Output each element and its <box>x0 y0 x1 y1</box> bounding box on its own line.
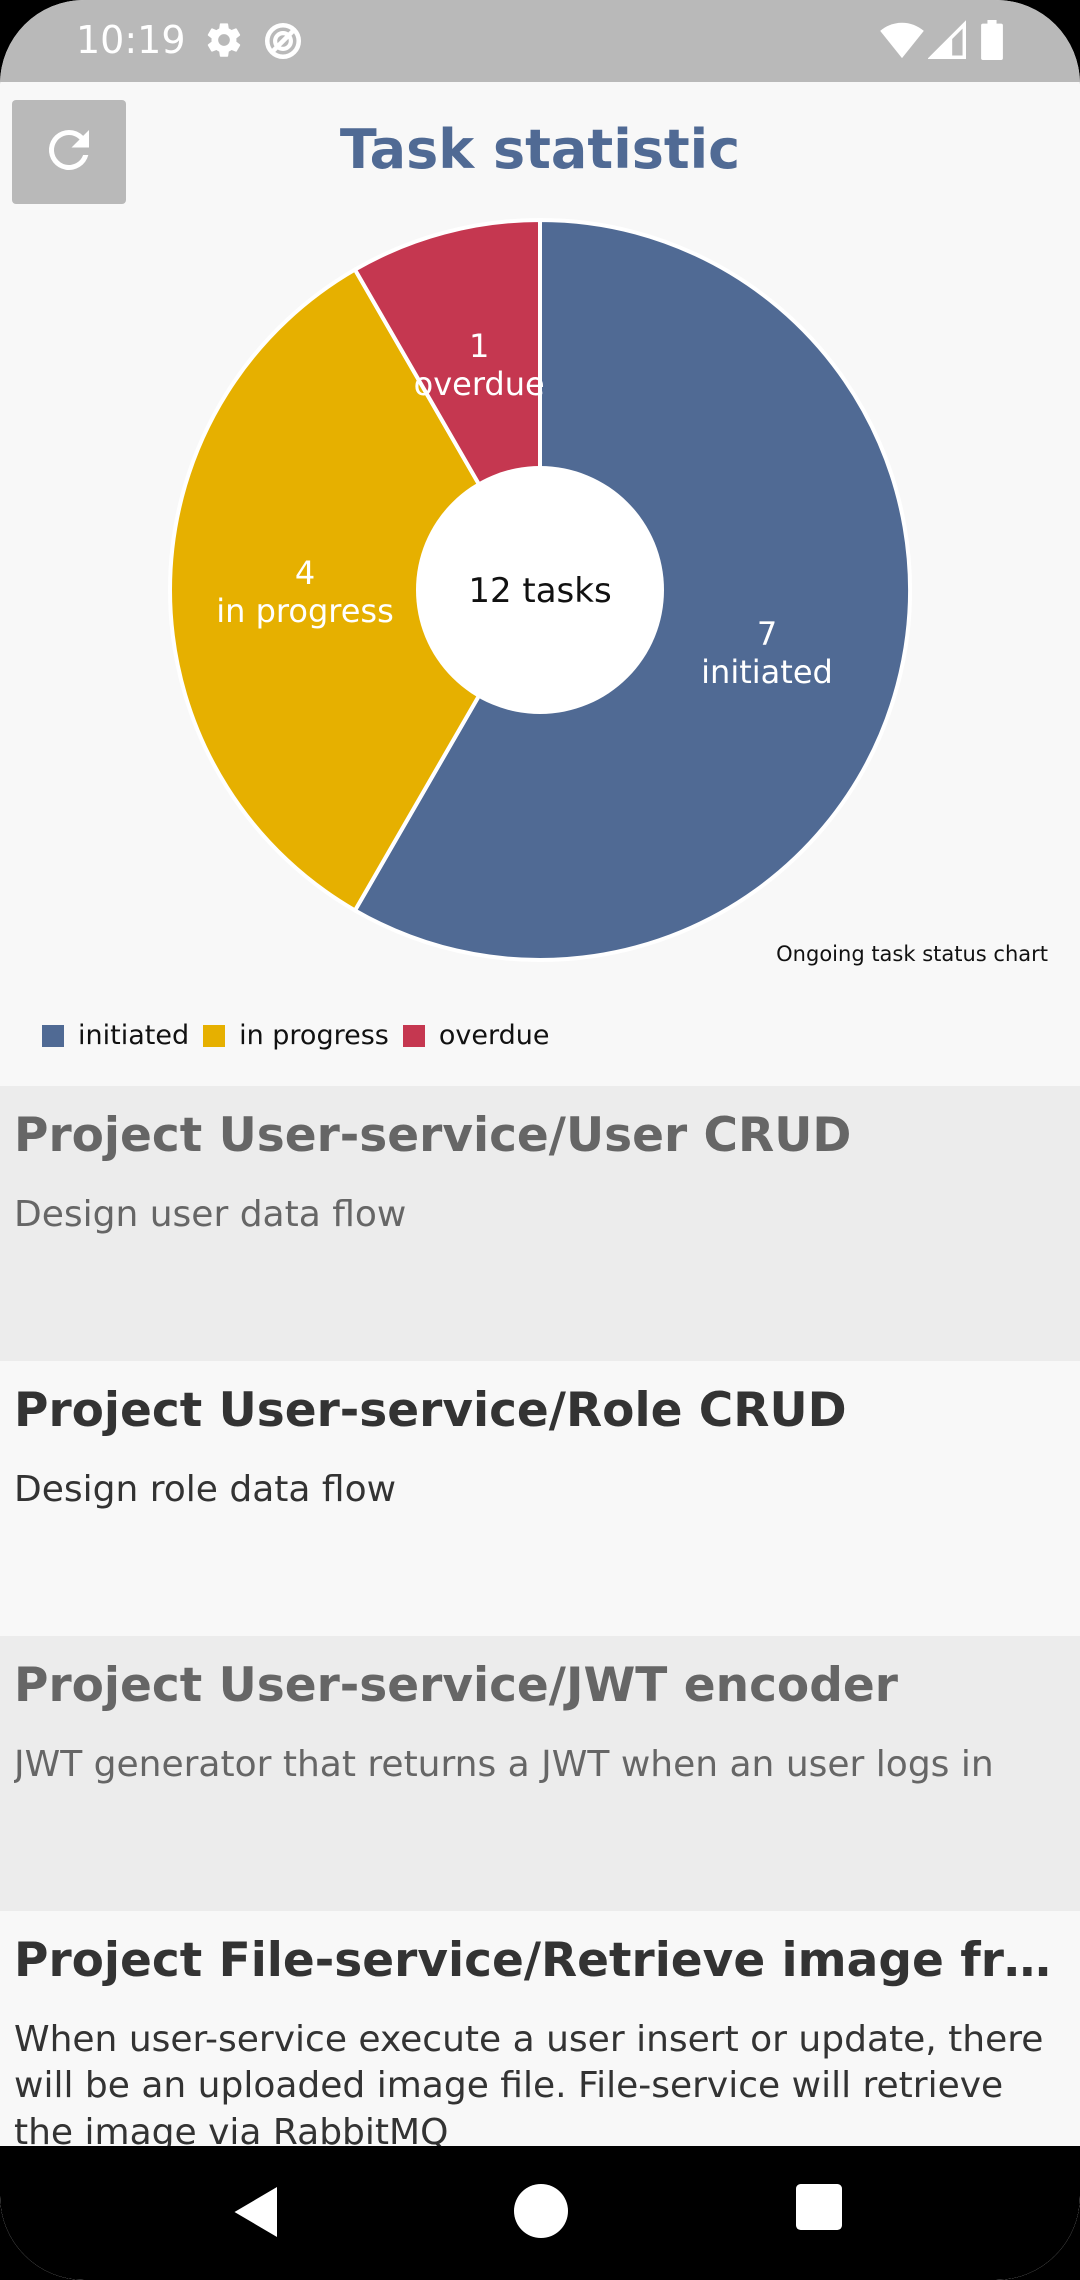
task-card[interactable]: Project User-service/Role CRUD Design ro… <box>0 1361 1080 1636</box>
task-card[interactable]: Project File-service/Retrieve image from… <box>0 1911 1080 2186</box>
task-card[interactable]: Project User-service/JWT encoder JWT gen… <box>0 1636 1080 1911</box>
chart-legend: initiated in progress overdue <box>42 1020 563 1051</box>
page-title: Task statistic <box>339 118 741 181</box>
chart-center-label: 12 tasks <box>468 571 611 611</box>
task-title: Project User-service/Role CRUD <box>14 1383 847 1438</box>
legend-item-in-progress[interactable]: in progress <box>203 1020 389 1051</box>
legend-item-overdue[interactable]: overdue <box>402 1020 550 1051</box>
task-list: Project User-service/User CRUD Design us… <box>0 1086 1080 2186</box>
legend-item-initiated[interactable]: initiated <box>42 1020 189 1051</box>
app-screen: 10:19 Task statistic 12 tasks 7 initiated… <box>0 0 1080 2280</box>
task-title: Project User-service/User CRUD <box>14 1108 852 1163</box>
chart-caption: Ongoing task status chart <box>776 942 1048 966</box>
battery-icon <box>980 20 1004 65</box>
task-description: Design role data flow <box>14 1469 397 1511</box>
signal-icon <box>927 20 966 65</box>
legend-swatch-in-progress <box>203 1024 226 1047</box>
task-description: Design user data flow <box>14 1194 407 1236</box>
navigation-bar <box>0 2146 1080 2280</box>
legend-label: overdue <box>438 1020 550 1051</box>
task-title: Project File-service/Retrieve image from… <box>14 1933 1066 1988</box>
gear-icon <box>204 20 244 65</box>
do-not-disturb-icon <box>262 20 304 67</box>
back-icon[interactable] <box>232 2184 282 2245</box>
legend-label: in progress <box>239 1020 389 1051</box>
task-title: Project User-service/JWT encoder <box>14 1658 898 1713</box>
legend-swatch-overdue <box>402 1024 425 1047</box>
task-status-chart: 12 tasks 7 initiated4 in progress1 overdue <box>168 217 912 962</box>
legend-swatch-initiated <box>42 1024 64 1047</box>
task-description: When user-service execute a user insert … <box>14 2019 1044 2153</box>
legend-label: initiated <box>78 1020 190 1051</box>
status-bar: 10:19 <box>0 0 1080 82</box>
home-icon[interactable] <box>514 2184 568 2243</box>
wifi-icon <box>880 20 924 65</box>
task-description: JWT generator that returns a JWT when an… <box>14 1744 994 1786</box>
status-time: 10:19 <box>76 18 186 62</box>
task-card[interactable]: Project User-service/User CRUD Design us… <box>0 1086 1080 1361</box>
recents-icon[interactable] <box>796 2184 842 2235</box>
